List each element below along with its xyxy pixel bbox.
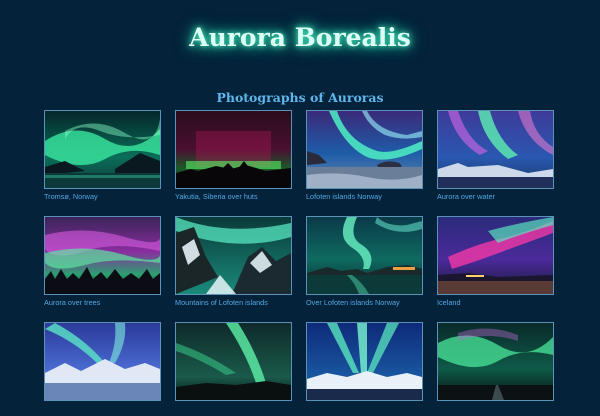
gallery-photo[interactable]	[437, 216, 554, 295]
gallery-photo[interactable]	[175, 322, 292, 401]
gallery-card-water[interactable]: Aurora over water	[437, 110, 554, 204]
gallery-card-11[interactable]	[306, 322, 423, 416]
photo-caption: Aurora over trees	[44, 298, 101, 307]
photo-caption: Mountains of Lofoten islands	[175, 298, 268, 307]
gallery-photo[interactable]	[44, 216, 161, 295]
section-heading: Photographs of Auroras	[216, 90, 384, 106]
gallery-card-lofoten[interactable]: Lofoten islands Norway	[306, 110, 423, 204]
gallery-photo[interactable]	[175, 216, 292, 295]
gallery-card-trees[interactable]: Aurora over trees	[44, 216, 161, 310]
gallery-photo[interactable]	[437, 322, 554, 401]
gallery-photo[interactable]	[306, 216, 423, 295]
gallery-card-tromso[interactable]: Tromsø, Norway	[44, 110, 161, 204]
gallery-photo[interactable]	[44, 110, 161, 189]
photo-caption: Over Lofoten islands Norway	[306, 298, 400, 307]
page-title: Aurora Borealis	[189, 22, 411, 52]
gallery-card-yakutia[interactable]: Yakutia, Siberia over huts	[175, 110, 292, 204]
gallery-card-iceland[interactable]: Iceland	[437, 216, 554, 310]
gallery-card-12[interactable]	[437, 322, 554, 416]
gallery-card-over-lofoten[interactable]: Over Lofoten islands Norway	[306, 216, 423, 310]
photo-gallery: Tromsø, Norway Yakutia, Siberia over hut…	[44, 110, 554, 416]
gallery-photo[interactable]	[306, 110, 423, 189]
gallery-card-9[interactable]	[44, 322, 161, 416]
gallery-photo[interactable]	[175, 110, 292, 189]
gallery-card-mountains[interactable]: Mountains of Lofoten islands	[175, 216, 292, 310]
photo-caption: Aurora over water	[437, 192, 495, 201]
photo-caption: Lofoten islands Norway	[306, 192, 382, 201]
gallery-photo[interactable]	[437, 110, 554, 189]
photo-caption: Yakutia, Siberia over huts	[175, 192, 258, 201]
photo-caption: Tromsø, Norway	[44, 192, 98, 201]
gallery-photo[interactable]	[44, 322, 161, 401]
gallery-photo[interactable]	[306, 322, 423, 401]
gallery-card-10[interactable]	[175, 322, 292, 416]
photo-caption: Iceland	[437, 298, 461, 307]
